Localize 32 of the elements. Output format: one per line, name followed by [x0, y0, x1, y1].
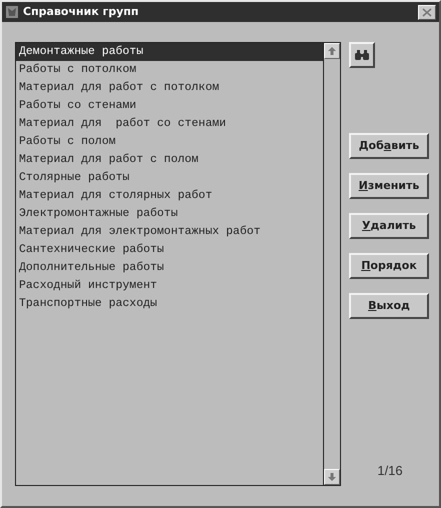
list-item[interactable]: Материал для столярных работ: [16, 187, 323, 205]
close-icon: [422, 8, 432, 16]
list-item[interactable]: Электромонтажные работы: [16, 205, 323, 223]
arrow-down-icon: [328, 473, 336, 481]
list-item[interactable]: Работы с полом: [16, 133, 323, 151]
list-item[interactable]: Работы с потолком: [16, 61, 323, 79]
search-button[interactable]: [349, 42, 375, 68]
list-item[interactable]: Транспортные расходы: [16, 295, 323, 313]
scroll-down-button[interactable]: [324, 469, 340, 485]
list-item[interactable]: Сантехнические работы: [16, 241, 323, 259]
list-item[interactable]: Материал для электромонтажных работ: [16, 223, 323, 241]
scrollbar[interactable]: [323, 43, 340, 485]
window-title: Справочник групп: [23, 4, 140, 20]
action-button[interactable]: Удалить: [349, 213, 429, 239]
close-button[interactable]: [418, 4, 436, 20]
action-button[interactable]: Порядок: [349, 253, 429, 279]
action-button[interactable]: Выход: [349, 293, 429, 319]
list-item[interactable]: Столярные работы: [16, 169, 323, 187]
list-item[interactable]: Материал для работ с потолком: [16, 79, 323, 97]
list-item[interactable]: Материал для работ с полом: [16, 151, 323, 169]
app-icon: [5, 5, 19, 19]
list-item[interactable]: Дополнительные работы: [16, 259, 323, 277]
record-counter: 1/16: [377, 462, 403, 480]
list-item[interactable]: Материал для работ со стенами: [16, 115, 323, 133]
arrow-up-icon: [328, 47, 336, 55]
list-item[interactable]: Демонтажные работы: [16, 43, 323, 61]
scroll-up-button[interactable]: [324, 43, 340, 59]
action-button[interactable]: Изменить: [349, 173, 429, 199]
list-item[interactable]: Работы со стенами: [16, 97, 323, 115]
list-item[interactable]: Расходный инструмент: [16, 277, 323, 295]
binoculars-icon: [354, 49, 370, 61]
action-button[interactable]: Добавить: [349, 133, 429, 159]
